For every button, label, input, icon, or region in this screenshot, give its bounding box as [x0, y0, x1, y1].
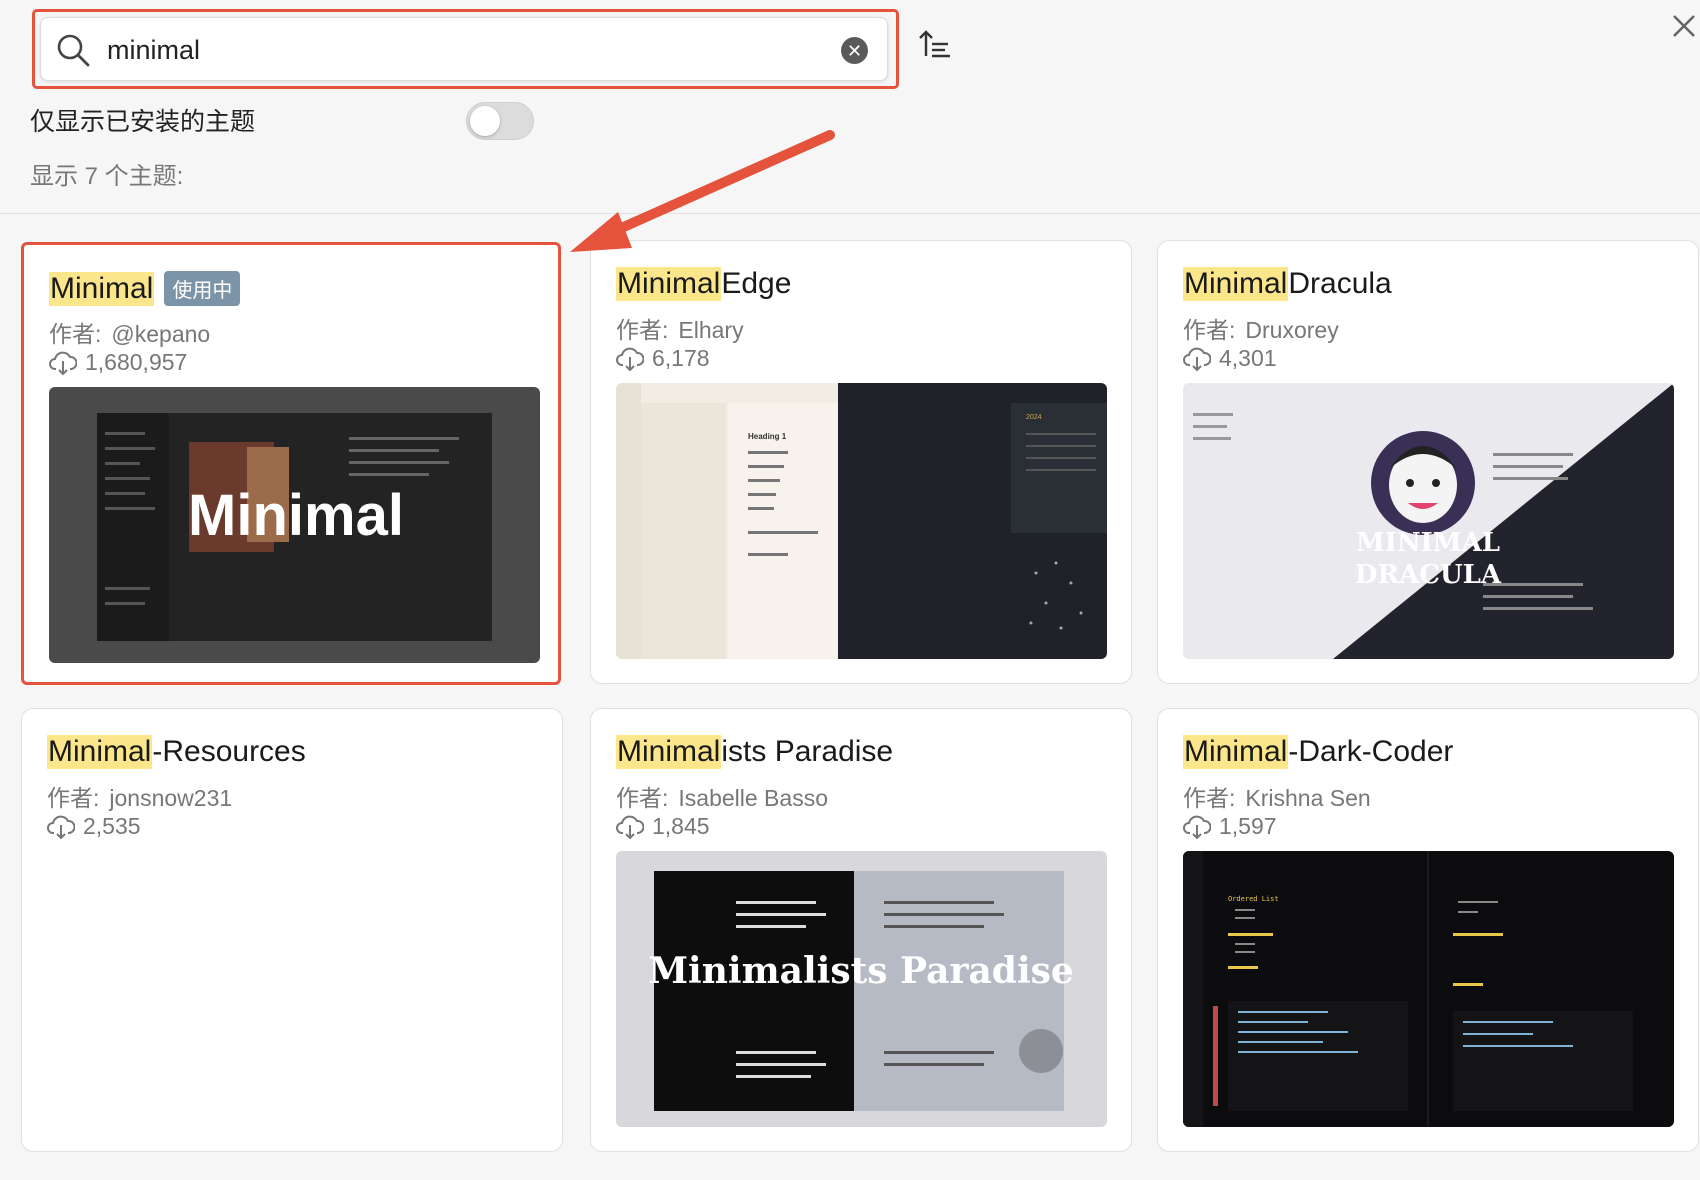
download-count: 1,597: [1183, 813, 1277, 840]
theme-title: Minimal Edge: [616, 267, 792, 301]
download-icon: [1183, 347, 1211, 371]
theme-preview-image: MINIMAL DRACULA: [1183, 383, 1674, 659]
theme-title: Minimal Dracula: [1183, 267, 1392, 301]
svg-text:DRACULA: DRACULA: [1355, 560, 1502, 590]
download-icon: [49, 351, 77, 375]
in-use-badge: 使用中: [164, 271, 241, 306]
theme-preview-image: Ordered List: [1183, 851, 1674, 1127]
theme-card-minimal-resources[interactable]: Minimal -Resources 作者: jonsnow231 2,535: [21, 708, 563, 1152]
theme-card-minimal-dracula[interactable]: Minimal Dracula 作者: Druxorey 4,301 MINIMA…: [1157, 240, 1699, 684]
search-box[interactable]: ✕: [40, 17, 888, 81]
installed-only-toggle[interactable]: [466, 102, 534, 140]
theme-preview-image: Heading 1 2024: [616, 383, 1107, 659]
download-icon: [47, 815, 75, 839]
svg-text:2024: 2024: [1026, 414, 1042, 421]
theme-card-minimalists-paradise[interactable]: Minimal ists Paradise 作者: Isabelle Basso 1…: [590, 708, 1132, 1152]
theme-title: Minimal -Resources: [47, 735, 306, 769]
svg-text:Minimal: Minimal: [188, 483, 404, 548]
theme-author: 作者: Druxorey: [1183, 317, 1339, 343]
annotation-arrow: [570, 130, 835, 252]
theme-title: Minimal -Dark-Coder: [1183, 735, 1454, 769]
svg-text:Heading 1: Heading 1: [748, 432, 787, 441]
theme-card-minimal-edge[interactable]: Minimal Edge 作者: Elhary 6,178 Heading 1 2…: [590, 240, 1132, 684]
download-icon: [616, 347, 644, 371]
sort-icon[interactable]: [918, 28, 952, 62]
clear-search-icon[interactable]: ✕: [841, 37, 868, 64]
search-input[interactable]: [107, 28, 787, 72]
download-count: 6,178: [616, 345, 710, 372]
search-highlight-frame: ✕: [32, 9, 899, 89]
close-icon[interactable]: [1670, 12, 1698, 40]
theme-author: 作者: Krishna Sen: [1183, 785, 1371, 811]
installed-only-label: 仅显示已安装的主题: [30, 108, 256, 136]
theme-card-minimal-dark-coder[interactable]: Minimal -Dark-Coder 作者: Krishna Sen 1,597 …: [1157, 708, 1699, 1152]
download-icon: [1183, 815, 1211, 839]
svg-text:Minimalists Paradise: Minimalists Paradise: [648, 950, 1074, 992]
svg-text:Ordered List: Ordered List: [1228, 895, 1279, 903]
theme-preview-image: Minimal: [49, 387, 540, 663]
theme-author: 作者: jonsnow231: [47, 785, 233, 811]
theme-preview-image: Minimalists Paradise: [616, 851, 1107, 1127]
download-count: 4,301: [1183, 345, 1277, 372]
toggle-knob: [470, 106, 500, 136]
theme-title: Minimal 使用中: [49, 271, 241, 306]
download-count: 1,680,957: [49, 349, 187, 376]
download-count: 2,535: [47, 813, 141, 840]
download-icon: [616, 815, 644, 839]
theme-author: 作者: Isabelle Basso: [616, 785, 828, 811]
theme-title: Minimal ists Paradise: [616, 735, 894, 769]
header-panel: ✕ 仅显示已安装的主题 显示 7 个主题:: [0, 0, 1700, 214]
theme-author: 作者: Elhary: [616, 317, 744, 343]
search-icon: [57, 34, 90, 67]
download-count: 1,845: [616, 813, 710, 840]
theme-card-minimal[interactable]: Minimal 使用中 作者: @kepano 1,680,957 Minimal: [21, 242, 561, 685]
result-count: 显示 7 个主题:: [30, 163, 184, 190]
theme-author: 作者: @kepano: [49, 321, 211, 347]
svg-text:MINIMAL: MINIMAL: [1356, 528, 1500, 558]
